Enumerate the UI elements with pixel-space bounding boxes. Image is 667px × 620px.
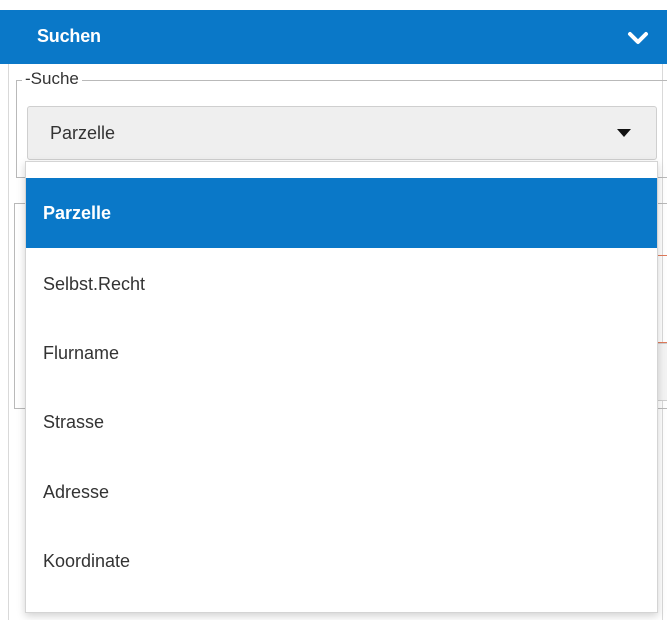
chevron-down-icon[interactable] [627,29,649,47]
search-fieldset-legend: -Suche [22,69,82,89]
search-type-dropdown-list: Parzelle Selbst.Recht Flurname Strasse A… [25,161,658,613]
dropdown-option-strasse[interactable]: Strasse [26,387,657,457]
dropdown-option-adresse[interactable]: Adresse [26,457,657,527]
dropdown-option-koordinate[interactable]: Koordinate [26,526,657,596]
search-panel-header[interactable]: Suchen [0,10,667,64]
dropdown-option-parzelle[interactable]: Parzelle [26,178,657,248]
search-type-select[interactable]: Parzelle [27,106,657,160]
search-type-selected-value: Parzelle [50,123,116,143]
caret-down-icon [617,129,631,137]
panel-title: Suchen [37,26,101,46]
dropdown-option-flurname[interactable]: Flurname [26,318,657,388]
dropdown-option-selbst-recht[interactable]: Selbst.Recht [26,249,657,319]
